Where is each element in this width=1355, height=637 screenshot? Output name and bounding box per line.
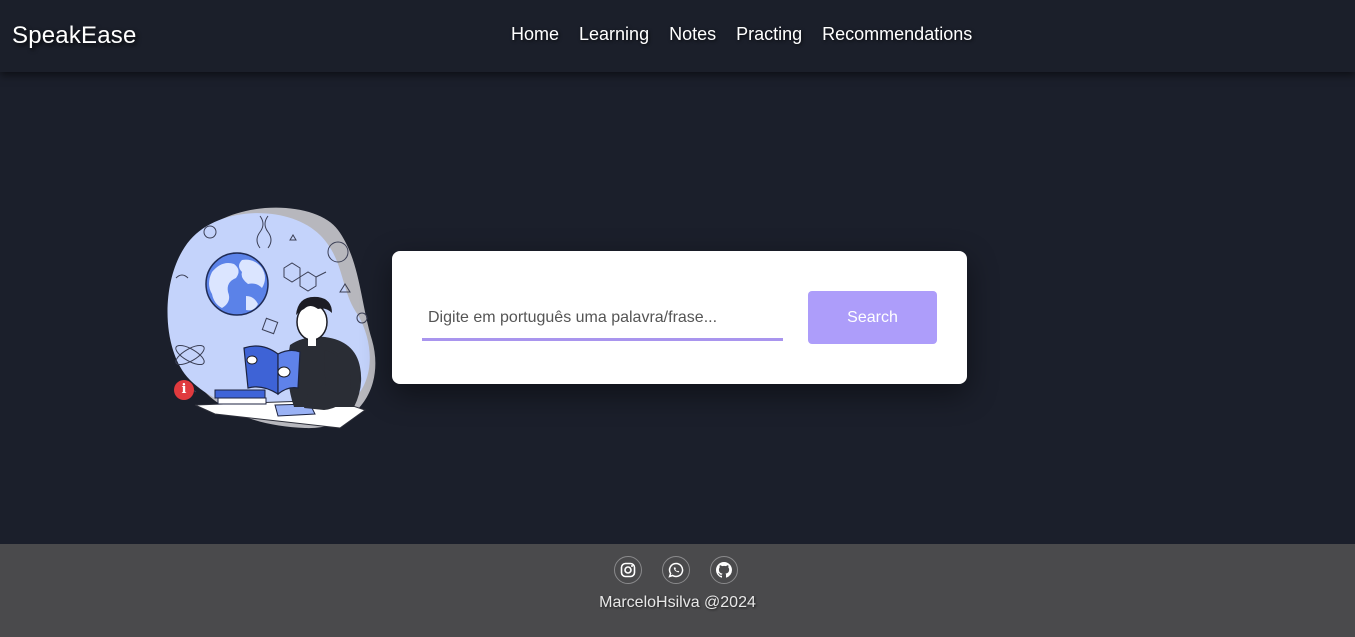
- brand-logo[interactable]: SpeakEase: [12, 22, 137, 50]
- whatsapp-icon[interactable]: [662, 556, 690, 584]
- nav-notes-link[interactable]: Notes: [669, 24, 716, 45]
- footer: MarceloHsilva @2024: [0, 544, 1355, 637]
- search-button[interactable]: Search: [808, 291, 937, 344]
- search-input[interactable]: [422, 297, 783, 341]
- social-links: [614, 556, 738, 584]
- nav-recommendations-link[interactable]: Recommendations: [822, 24, 972, 45]
- nav-learning-link[interactable]: Learning: [579, 24, 649, 45]
- nav-practing-link[interactable]: Practing: [736, 24, 802, 45]
- top-navbar: SpeakEase Home Learning Notes Practing R…: [0, 0, 1355, 72]
- nav-links: Home Learning Notes Practing Recommendat…: [511, 24, 972, 45]
- github-icon[interactable]: [710, 556, 738, 584]
- copyright-text: MarceloHsilva @2024: [599, 594, 756, 611]
- student-reading-illustration: [160, 200, 385, 435]
- info-icon[interactable]: i: [174, 380, 194, 400]
- nav-home-link[interactable]: Home: [511, 24, 559, 45]
- instagram-icon[interactable]: [614, 556, 642, 584]
- search-card: Search: [392, 251, 967, 384]
